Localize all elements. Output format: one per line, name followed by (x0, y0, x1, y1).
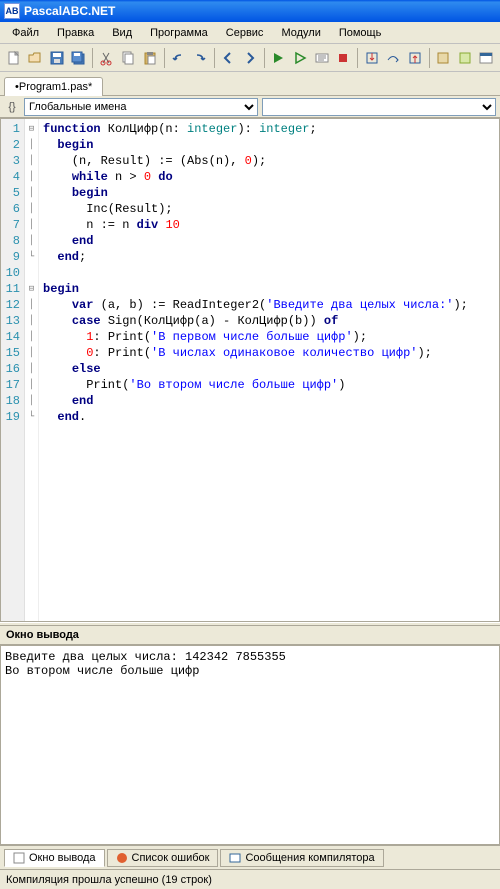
scope-bar: {} Глобальные имена (0, 96, 500, 118)
output-panel[interactable]: Введите два целых числа: 142342 7855355 … (0, 645, 500, 845)
toolbar-separator (429, 48, 430, 68)
messages-tab-icon (229, 852, 241, 864)
open-file-icon[interactable] (26, 47, 46, 69)
scope-select-2[interactable] (262, 98, 496, 116)
nav-forward-icon[interactable] (240, 47, 260, 69)
step-into-icon[interactable] (362, 47, 382, 69)
output-tab-icon (13, 852, 25, 864)
menubar: Файл Правка Вид Программа Сервис Модули … (0, 22, 500, 44)
module-icon[interactable] (433, 47, 453, 69)
compile-icon[interactable] (312, 47, 332, 69)
save-icon[interactable] (47, 47, 67, 69)
fold-gutter[interactable]: ⊟│││││││└ ⊟│││││││└ (25, 119, 39, 621)
copy-icon[interactable] (119, 47, 139, 69)
scope-select[interactable]: Глобальные имена (24, 98, 258, 116)
code-area[interactable]: function КолЦифр(n: integer): integer; b… (39, 119, 499, 621)
stop-icon[interactable] (333, 47, 353, 69)
run-no-debug-icon[interactable] (290, 47, 310, 69)
output-panel-title: Окно вывода (0, 626, 500, 645)
undo-icon[interactable] (169, 47, 189, 69)
window-title: PascalABC.NET (24, 4, 115, 18)
paste-icon[interactable] (140, 47, 160, 69)
redo-icon[interactable] (190, 47, 210, 69)
step-over-icon[interactable] (383, 47, 403, 69)
run-icon[interactable] (269, 47, 289, 69)
menu-service[interactable]: Сервис (218, 25, 272, 41)
code-editor[interactable]: 12345678910111213141516171819 ⊟│││││││└ … (0, 118, 500, 622)
window-titlebar: AB PascalABC.NET (0, 0, 500, 22)
save-all-icon[interactable] (69, 47, 89, 69)
step-out-icon[interactable] (405, 47, 425, 69)
form-icon[interactable] (477, 47, 497, 69)
menu-modules[interactable]: Модули (273, 25, 328, 41)
menu-view[interactable]: Вид (104, 25, 140, 41)
toolbar-separator (357, 48, 358, 68)
new-file-icon[interactable] (4, 47, 24, 69)
tab-errors[interactable]: Список ошибок (107, 849, 219, 867)
toolbar-separator (92, 48, 93, 68)
tab-output[interactable]: Окно вывода (4, 849, 105, 867)
error-tab-icon (116, 852, 128, 864)
line-number-gutter: 12345678910111213141516171819 (1, 119, 25, 621)
bottom-tab-bar: Окно вывода Список ошибок Сообщения комп… (0, 845, 500, 869)
app-icon: AB (4, 3, 20, 19)
menu-program[interactable]: Программа (142, 25, 216, 41)
toolbar-separator (264, 48, 265, 68)
statusbar: Компиляция прошла успешно (19 строк) (0, 869, 500, 889)
scope-globe-icon: {} (4, 99, 20, 115)
menu-help[interactable]: Помощь (331, 25, 390, 41)
menu-edit[interactable]: Правка (49, 25, 102, 41)
status-text: Компиляция прошла успешно (19 строк) (6, 874, 212, 886)
module2-icon[interactable] (455, 47, 475, 69)
toolbar-separator (214, 48, 215, 68)
nav-back-icon[interactable] (219, 47, 239, 69)
tab-compiler-messages[interactable]: Сообщения компилятора (220, 849, 383, 867)
toolbar-separator (164, 48, 165, 68)
cut-icon[interactable] (97, 47, 117, 69)
file-tab-program1[interactable]: •Program1.pas* (4, 77, 103, 96)
toolbar (0, 44, 500, 72)
menu-file[interactable]: Файл (4, 25, 47, 41)
file-tab-bar: •Program1.pas* (0, 72, 500, 96)
